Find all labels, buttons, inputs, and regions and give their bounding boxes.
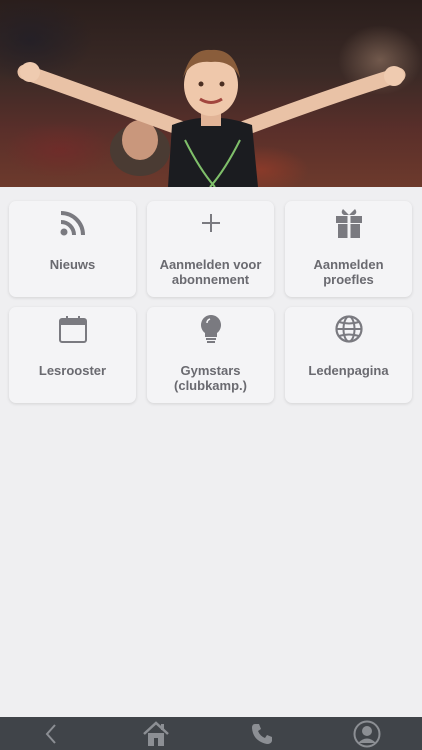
tab-bar (0, 717, 422, 750)
tile-label: Gymstars (clubkamp.) (174, 363, 247, 393)
plus-icon (195, 207, 227, 239)
back-icon[interactable] (34, 719, 68, 749)
tile-lesrooster[interactable]: Lesrooster (9, 307, 136, 403)
tile-label: Lesrooster (38, 363, 107, 378)
rss-icon (57, 207, 89, 239)
globe-icon (333, 313, 365, 345)
gift-icon (333, 207, 365, 239)
lightbulb-icon (195, 313, 227, 345)
tile-aanmelden-abonnement[interactable]: Aanmelden voor abonnement (147, 201, 274, 297)
tile-aanmelden-proefles[interactable]: Aanmelden proefles (285, 201, 412, 297)
hero-photo (0, 0, 422, 187)
calendar-icon (57, 313, 89, 345)
tile-label: Ledenpagina (308, 363, 389, 378)
tile-label: Nieuws (49, 257, 96, 272)
tile-nieuws[interactable]: Nieuws (9, 201, 136, 297)
tile-gymstars[interactable]: Gymstars (clubkamp.) (147, 307, 274, 403)
account-icon[interactable] (350, 719, 384, 749)
phone-icon[interactable] (245, 719, 279, 749)
tile-label: Aanmelden proefles (313, 257, 384, 287)
menu-grid: Nieuws Aanmelden voor abonnement Aanmeld… (9, 201, 413, 403)
tile-ledenpagina[interactable]: Ledenpagina (285, 307, 412, 403)
home-icon[interactable] (139, 719, 173, 749)
tile-label: Aanmelden voor abonnement (159, 257, 262, 287)
